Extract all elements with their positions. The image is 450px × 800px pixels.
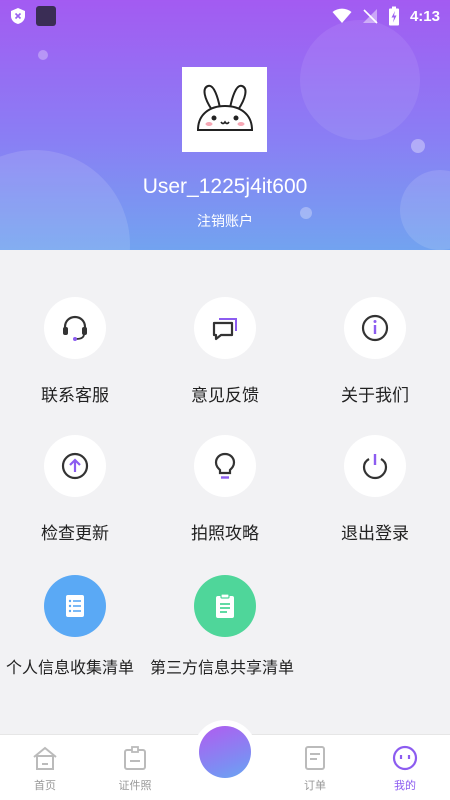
menu-item-label: 拍照攻略 — [191, 524, 259, 544]
app-square-icon — [36, 6, 56, 26]
username: User_1225j4it600 — [142, 175, 308, 198]
power-icon — [362, 454, 388, 480]
tab-home[interactable]: 首页 — [0, 735, 90, 800]
menu-item-label: 个人信息收集清单 — [6, 658, 135, 677]
menu-item-customer-service[interactable]: 联系客服 — [0, 297, 150, 406]
upload-arrow-icon — [61, 452, 89, 480]
menu-item-label: 退出登录 — [341, 524, 409, 544]
menu-icon-circle — [44, 297, 106, 359]
decor-dot — [411, 139, 425, 153]
decor-bubble — [0, 150, 130, 250]
chat-bubbles-icon — [212, 318, 237, 341]
menu-icon-circle — [44, 575, 106, 637]
info-icon — [361, 314, 389, 342]
order-icon — [305, 746, 325, 770]
headset-icon — [63, 315, 87, 341]
tab-label: 我的 — [394, 779, 416, 792]
battery-charging-icon — [388, 6, 399, 26]
tab-mine[interactable]: 我的 — [360, 735, 450, 800]
menu-item-label: 联系客服 — [41, 386, 109, 406]
tab-label: 证件照 — [118, 779, 152, 792]
decor-bubble — [300, 20, 420, 140]
deregister-link[interactable]: 注销账户 — [0, 211, 450, 231]
menu-item-third-party-share-list[interactable]: 第三方信息共享清单 — [150, 575, 300, 679]
menu-icon-circle — [194, 435, 256, 497]
status-bar: 4:13 — [0, 0, 450, 32]
menu-icon-circle — [344, 297, 406, 359]
clock-time: 4:13 — [409, 7, 440, 25]
profile-header: 4:13 User_1225j4it600 注销账户 — [0, 0, 450, 250]
menu-item-label: 第三方信息共享清单 — [150, 658, 295, 677]
clipboard-icon — [216, 593, 234, 618]
avatar[interactable] — [182, 67, 267, 152]
id-photo-icon — [124, 746, 146, 770]
home-icon — [33, 746, 57, 770]
tab-label: 订单 — [304, 779, 326, 792]
menu-item-feedback[interactable]: 意见反馈 — [150, 297, 300, 406]
tab-label: 首页 — [34, 779, 56, 792]
shield-x-icon — [11, 8, 25, 24]
profile-face-icon — [392, 745, 418, 771]
menu-icon-circle — [344, 435, 406, 497]
bunny-avatar-icon — [196, 84, 253, 131]
menu-item-label: 检查更新 — [41, 524, 109, 544]
tab-id-photo[interactable]: 证件照 — [90, 735, 180, 800]
decor-dot — [38, 50, 48, 60]
lightbulb-icon — [214, 452, 236, 479]
list-doc-icon — [66, 595, 84, 617]
menu-item-about[interactable]: 关于我们 — [300, 297, 450, 406]
no-signal-icon — [362, 9, 378, 24]
menu-item-check-update[interactable]: 检查更新 — [0, 435, 150, 544]
center-camera-button[interactable] — [199, 726, 251, 778]
menu-item-personal-info-list[interactable]: 个人信息收集清单 — [0, 575, 150, 679]
menu-item-label: 意见反馈 — [191, 386, 259, 406]
menu-item-photo-guide[interactable]: 拍照攻略 — [150, 435, 300, 544]
menu-item-label: 关于我们 — [341, 386, 409, 406]
wifi-icon — [332, 8, 352, 23]
tab-orders[interactable]: 订单 — [270, 735, 360, 800]
menu-icon-circle — [44, 435, 106, 497]
menu-item-logout[interactable]: 退出登录 — [300, 435, 450, 544]
menu-icon-circle — [194, 575, 256, 637]
menu-icon-circle — [194, 297, 256, 359]
